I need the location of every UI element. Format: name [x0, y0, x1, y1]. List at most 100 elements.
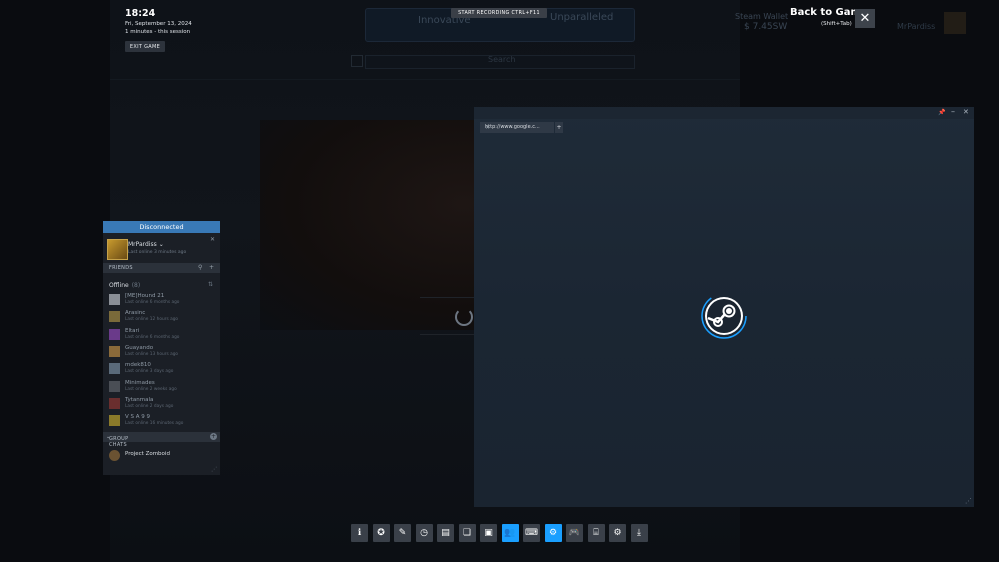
friend-name: mdek810	[125, 362, 151, 369]
back-to-game-shortcut: (Shift+Tab)	[821, 21, 852, 27]
gamepad-button[interactable]: 🎮	[566, 524, 583, 542]
resize-handle-icon[interactable]: ⋰	[211, 466, 217, 473]
friend-name: Tytanmala	[125, 396, 154, 403]
controller-icon: ⌨	[525, 528, 538, 538]
background-username: MrPardiss	[897, 22, 936, 31]
friend-list-item[interactable]: [ME]Hound 21 Last online 6 months ago	[109, 293, 217, 310]
keyboard-button[interactable]: ⌸	[587, 524, 605, 542]
download-icon: ⤓	[637, 528, 641, 538]
resize-handle-icon[interactable]: ⋰	[965, 497, 972, 505]
browser-titlebar[interactable]: 📌 – ✕	[474, 107, 974, 119]
discussions-button[interactable]: ❏	[458, 524, 476, 542]
friend-list-item[interactable]: V S A 9 9 Last online 16 minutes ago	[109, 414, 217, 431]
group-chats-label: ⌄ GROUP CHATS	[106, 434, 129, 448]
overlay-date: Fri, September 13, 2024	[125, 21, 192, 27]
background-search-placeholder: Search	[488, 55, 516, 64]
friends-section-header: FRIENDS ⚲ +	[103, 263, 220, 273]
achievements-button[interactable]: ✪	[372, 524, 390, 542]
banner-right-text: Unparalleled	[550, 12, 614, 23]
notes-button[interactable]: ✎	[394, 524, 411, 542]
background-avatar	[944, 12, 966, 34]
friend-list-item[interactable]: Minimades Last online 2 weeks ago	[109, 379, 217, 397]
clock-button[interactable]: ◷	[415, 524, 433, 542]
overlay-clock: 18:24	[125, 8, 156, 19]
search-icon[interactable]: ⚲	[198, 264, 202, 271]
friends-panel[interactable]: Disconnected ✕ MrPardiss ⌄ Last online 3…	[103, 221, 220, 475]
keyboard-icon: ⌸	[593, 528, 599, 538]
friend-list-item[interactable]: Tytanmala Last online 2 days ago	[109, 396, 217, 414]
discussions-icon: ❏	[462, 528, 472, 538]
close-overlay-button[interactable]: ✕	[855, 9, 875, 28]
friend-last-online: Last online 13 hours ago	[125, 351, 179, 357]
group-chat-name: Project Zomboid	[125, 451, 170, 457]
friend-list-item[interactable]: Arasinc Last online 12 hours ago	[109, 310, 217, 327]
background-search-bar: Search	[365, 55, 635, 69]
loading-spinner-icon	[455, 308, 473, 326]
friend-last-online: Last online 2 days ago	[125, 403, 174, 409]
friend-avatar	[109, 363, 120, 375]
achievements-icon: ✪	[377, 528, 385, 538]
friend-avatar	[109, 328, 120, 340]
screenshots-button[interactable]: ▣	[480, 524, 497, 542]
pin-icon[interactable]: 📌	[938, 109, 945, 116]
group-chat-item[interactable]: Project Zomboid	[109, 449, 217, 463]
add-group-icon[interactable]: +	[210, 433, 217, 440]
steam-logo-icon	[701, 293, 747, 339]
friend-name: Minimades	[125, 379, 155, 386]
add-friend-icon[interactable]: +	[209, 264, 214, 271]
friend-list-item[interactable]: mdek810 Last online 3 days ago	[109, 362, 217, 379]
my-username: MrPardiss ⌄	[128, 241, 164, 248]
friend-avatar	[109, 345, 120, 357]
my-avatar	[107, 239, 128, 260]
my-profile[interactable]: MrPardiss ⌄ Last online 3 minutes ago	[107, 239, 219, 261]
friend-avatar	[109, 380, 120, 392]
group-chats-header[interactable]: ⌄ GROUP CHATS +	[103, 432, 220, 448]
friend-name: Eltari	[125, 327, 140, 334]
offline-count: (8)	[131, 282, 141, 289]
settings-button[interactable]: ⚙	[609, 524, 626, 542]
friend-last-online: Last online 2 weeks ago	[125, 386, 177, 392]
clock-icon: ◷	[420, 528, 428, 538]
background-wallet-value: $ 7.45SW	[744, 22, 788, 32]
browser-tab-url: http://www.google.c...	[485, 124, 540, 130]
download-button[interactable]: ⤓	[630, 524, 648, 542]
friend-name: V S A 9 9	[125, 414, 151, 421]
exit-game-button[interactable]: EXIT GAME	[125, 41, 165, 52]
friend-list-item[interactable]: Guayando Last online 13 hours ago	[109, 344, 217, 362]
friend-last-online: Last online 3 days ago	[125, 369, 174, 375]
sort-icon[interactable]: ⇅	[208, 281, 213, 288]
background-divider	[110, 79, 740, 80]
connection-status-bar: Disconnected	[103, 221, 220, 233]
guides-icon: ▤	[441, 528, 450, 538]
friend-list-item[interactable]: Eltari Last online 6 months ago	[109, 327, 217, 345]
friend-last-online: Last online 16 minutes ago	[125, 421, 184, 427]
offline-group-header[interactable]: Offline (8)	[109, 282, 140, 289]
friend-name: Guayando	[125, 344, 154, 351]
friend-last-online: Last online 12 hours ago	[125, 317, 179, 323]
friend-last-online: Last online 6 months ago	[125, 334, 180, 340]
minimize-icon[interactable]: –	[951, 107, 955, 116]
start-recording-button[interactable]: START RECORDING CTRL+F11	[451, 8, 547, 18]
steam-icon: ⚙	[548, 528, 558, 538]
screenshots-icon: ▣	[484, 528, 493, 538]
friend-avatar	[109, 311, 120, 323]
controller-button[interactable]: ⌨	[523, 524, 540, 542]
close-icon[interactable]: ✕	[963, 108, 969, 116]
notes-icon: ✎	[398, 528, 407, 538]
friends-icon: 👥	[504, 528, 516, 538]
friend-avatar	[109, 415, 120, 427]
steam-button[interactable]: ⚙	[544, 524, 562, 542]
guides-button[interactable]: ▤	[437, 524, 454, 542]
overlay-session-time: 1 minutes - this session	[125, 29, 191, 35]
info-button[interactable]: ℹ	[351, 524, 368, 542]
overlay-web-browser[interactable]: 📌 – ✕ http://www.google.c... × + ⋰	[474, 107, 974, 507]
tab-close-icon[interactable]: ×	[485, 124, 490, 131]
browser-tab[interactable]: http://www.google.c... ×	[480, 122, 554, 133]
close-icon: ✕	[859, 11, 871, 26]
friends-button[interactable]: 👥	[501, 524, 519, 542]
new-tab-button[interactable]: +	[555, 122, 563, 133]
chevron-down-icon[interactable]: ⌄	[159, 241, 164, 248]
group-avatar	[109, 450, 120, 461]
info-icon: ℹ	[357, 528, 362, 538]
settings-icon: ⚙	[613, 528, 622, 538]
